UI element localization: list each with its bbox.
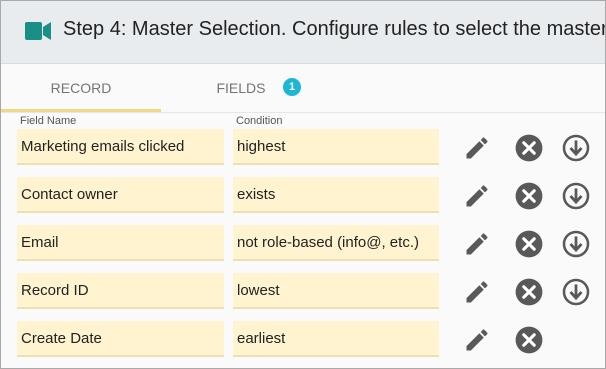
pencil-icon[interactable]: [463, 230, 491, 258]
condition-input[interactable]: exists: [233, 177, 439, 213]
arrow-down-circle-icon[interactable]: [562, 230, 590, 258]
rule-row: Marketing emails clicked highest: [1, 129, 605, 167]
tab-record-label: RECORD: [50, 80, 112, 96]
step-header: Step 4: Master Selection. Configure rule…: [1, 1, 605, 64]
video-camera-icon: [25, 22, 51, 40]
condition-input[interactable]: earliest: [233, 321, 439, 357]
arrow-down-circle-icon[interactable]: [562, 278, 590, 306]
close-circle-icon[interactable]: [515, 134, 543, 162]
field-name-input[interactable]: Create Date: [17, 321, 224, 357]
fields-count-badge: 1: [283, 78, 301, 96]
column-header-condition: Condition: [236, 115, 283, 127]
field-name-input[interactable]: Record ID: [17, 273, 224, 309]
field-name-input[interactable]: Contact owner: [17, 177, 224, 213]
pencil-icon[interactable]: [463, 326, 491, 354]
field-name-input[interactable]: Email: [17, 225, 224, 261]
pencil-icon[interactable]: [463, 182, 491, 210]
tab-record[interactable]: RECORD: [1, 64, 161, 112]
pencil-icon[interactable]: [463, 278, 491, 306]
tab-fields-label: FIELDS: [216, 80, 266, 96]
condition-input[interactable]: highest: [233, 129, 439, 165]
arrow-down-circle-icon[interactable]: [562, 134, 590, 162]
condition-input[interactable]: lowest: [233, 273, 439, 309]
close-circle-icon[interactable]: [515, 278, 543, 306]
rule-row: Create Date earliest: [1, 321, 605, 359]
close-circle-icon[interactable]: [515, 182, 543, 210]
pencil-icon[interactable]: [463, 134, 491, 162]
rule-row: Record ID lowest: [1, 273, 605, 311]
close-circle-icon[interactable]: [515, 326, 543, 354]
condition-input[interactable]: not role-based (info@, etc.): [233, 225, 439, 261]
field-name-input[interactable]: Marketing emails clicked: [17, 129, 224, 165]
master-selection-dialog: Step 4: Master Selection. Configure rule…: [0, 0, 606, 369]
step-title: Step 4: Master Selection. Configure rule…: [63, 18, 606, 40]
column-header-field-name: Field Name: [20, 115, 77, 127]
active-tab-indicator: [1, 109, 161, 112]
close-circle-icon[interactable]: [515, 230, 543, 258]
rule-row: Contact owner exists: [1, 177, 605, 215]
tab-bar: RECORD FIELDS 1: [1, 64, 605, 113]
arrow-down-circle-icon[interactable]: [562, 182, 590, 210]
rule-row: Email not role-based (info@, etc.): [1, 225, 605, 263]
